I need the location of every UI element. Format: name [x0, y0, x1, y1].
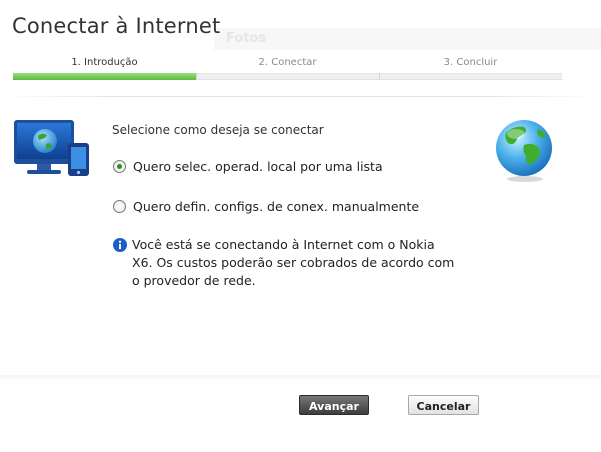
option-manual-config[interactable]: Quero defin. configs. de conex. manualme… [113, 199, 419, 214]
option-manual-config-label: Quero defin. configs. de conex. manualme… [133, 199, 420, 214]
dialog-title: Conectar à Internet [12, 14, 221, 38]
step-introducao: 1. Introdução [71, 57, 138, 68]
header-divider [0, 96, 601, 97]
next-button[interactable]: Avançar [299, 395, 369, 415]
footer-divider [0, 375, 601, 381]
background-window-label: Fotos [226, 31, 267, 46]
globe-icon [496, 120, 552, 182]
computer-phone-globe-icon [14, 120, 89, 176]
background-window-bar [214, 28, 601, 50]
option-select-operator-label: Quero selec. operad. local por uma lista [133, 159, 383, 174]
step-concluir: 3. Concluir [443, 57, 498, 68]
step-separator [196, 73, 197, 80]
cancel-button[interactable]: Cancelar [408, 395, 479, 415]
step-separator [379, 73, 380, 80]
step-progress-fill [13, 73, 196, 80]
connection-prompt: Selecione como deseja se conectar [112, 123, 324, 137]
info-message: Você está se conectando à Internet com o… [132, 237, 455, 288]
radio-manual-config[interactable] [113, 200, 126, 213]
wizard-steps: 1. Introdução 2. Conectar 3. Concluir [13, 56, 562, 80]
info-icon [113, 238, 127, 252]
option-select-operator[interactable]: Quero selec. operad. local por uma lista [113, 159, 383, 174]
step-conectar: 2. Conectar [258, 57, 317, 68]
radio-select-operator[interactable] [113, 160, 126, 173]
